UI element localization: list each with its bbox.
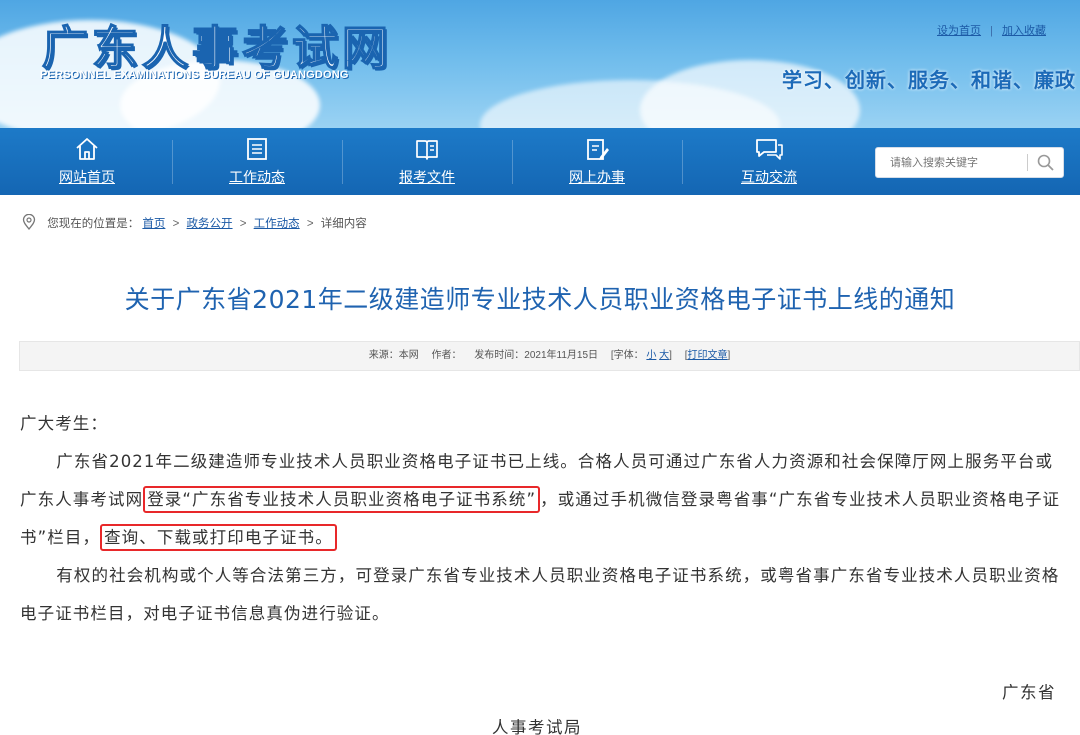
- breadcrumb: 您现在的位置是： 首页 > 政务公开 > 工作动态 > 详细内容: [22, 214, 367, 231]
- site-logo-subtitle: PERSONNEL EXAMINATIONS BUREAU OF GUANGDO…: [40, 69, 349, 81]
- home-icon: [76, 138, 98, 160]
- article-body: 广大考生： 广东省2021年二级建造师专业技术人员职业资格电子证书已上线。合格人…: [20, 405, 1066, 633]
- nav-item-home[interactable]: 网站首页: [2, 128, 172, 195]
- highlighted-download-text: 查询、下载或打印电子证书。: [100, 524, 337, 551]
- article-paragraph-2: 有权的社会机构或个人等合法第三方，可登录广东省专业技术人员职业资格电子证书系统，…: [20, 566, 1060, 623]
- meta-print-close: ]: [727, 350, 731, 361]
- nav-label: 网上办事: [569, 170, 625, 186]
- search-divider: [1027, 154, 1028, 171]
- breadcrumb-prefix: 您现在的位置是：: [47, 218, 140, 230]
- breadcrumb-work-news-link[interactable]: 工作动态: [254, 218, 300, 230]
- article-greeting: 广大考生：: [20, 414, 108, 433]
- nav-label: 互动交流: [741, 170, 797, 186]
- clipboard-edit-icon: [587, 139, 609, 160]
- article-meta: 来源：本网 作者： 发布时间：2021年11月15日 [字体： 小 大] [打印…: [19, 341, 1080, 371]
- nav-label: 工作动态: [229, 170, 285, 186]
- link-separator: |: [990, 25, 993, 37]
- top-links: 设为首页 | 加入收藏: [937, 22, 1046, 38]
- nav-item-interaction[interactable]: 互动交流: [684, 128, 854, 195]
- nav-label: 报考文件: [399, 170, 455, 186]
- meta-publish-date: 发布时间：2021年11月15日: [474, 350, 599, 361]
- add-favorite-link[interactable]: 加入收藏: [1002, 25, 1046, 37]
- breadcrumb-separator: >: [172, 218, 180, 230]
- article-title: 关于广东省2021年二级建造师专业技术人员职业资格电子证书上线的通知: [124, 285, 956, 314]
- font-small-link[interactable]: 小: [646, 350, 656, 361]
- article-paragraph-1: 广东省2021年二级建造师专业技术人员职业资格电子证书已上线。合格人员可通过广东…: [20, 443, 1066, 557]
- meta-source: 来源：本网: [368, 350, 419, 361]
- news-icon: [247, 138, 267, 160]
- breadcrumb-home-link[interactable]: 首页: [142, 218, 165, 230]
- nav-item-online-services[interactable]: 网上办事: [512, 128, 682, 195]
- nav-label: 网站首页: [59, 170, 115, 186]
- meta-author: 作者：: [431, 350, 462, 361]
- meta-font-close: ]: [669, 350, 672, 361]
- breadcrumb-separator: >: [306, 218, 314, 230]
- breadcrumb-current: 详细内容: [320, 218, 367, 230]
- nav-item-exam-documents[interactable]: 报考文件: [342, 128, 512, 195]
- highlighted-login-text: 登录“广东省专业技术人员职业资格电子证书系统”: [143, 486, 541, 513]
- search-box: [875, 147, 1064, 178]
- nav-item-work-news[interactable]: 工作动态: [172, 128, 342, 195]
- search-input[interactable]: [876, 148, 1026, 177]
- nav-divider: [682, 140, 683, 184]
- chat-icon: [756, 139, 783, 160]
- signature-line-1: 广东省: [1002, 683, 1056, 702]
- font-large-link[interactable]: 大: [659, 350, 669, 361]
- breadcrumb-separator: >: [239, 218, 247, 230]
- meta-font-label: [字体：: [610, 350, 644, 361]
- document-icon: [416, 140, 438, 160]
- signature-line-2: 人事考试局: [492, 718, 582, 735]
- set-homepage-link[interactable]: 设为首页: [937, 25, 981, 37]
- search-icon[interactable]: [1036, 153, 1056, 173]
- location-pin-icon: [22, 214, 36, 230]
- header-banner: 广东人事考试网 PERSONNEL EXAMINATIONS BUREAU OF…: [0, 0, 1080, 128]
- site-slogan: 学习、创新、服务、和谐、廉政: [782, 68, 1076, 92]
- breadcrumb-gov-affairs-link[interactable]: 政务公开: [187, 218, 233, 230]
- print-article-link[interactable]: 打印文章: [688, 350, 728, 361]
